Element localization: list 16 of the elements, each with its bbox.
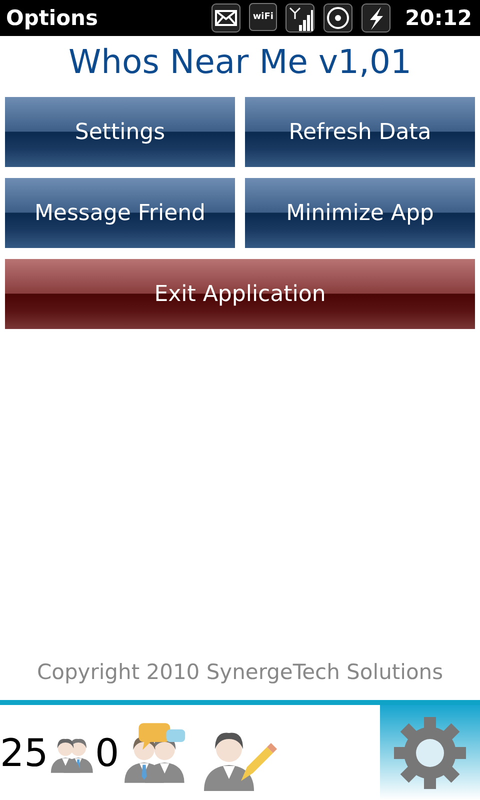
screen-title: Options: [6, 6, 99, 30]
mail-icon[interactable]: [211, 3, 242, 33]
clock: 20:12: [405, 6, 472, 30]
menu-button[interactable]: Settings: [5, 97, 235, 167]
gear-icon[interactable]: [392, 714, 468, 790]
exit-button[interactable]: Exit Application: [5, 259, 475, 329]
count-label: 25: [0, 730, 48, 774]
wifi-icon[interactable]: wiFi: [249, 3, 278, 31]
count-label: 0: [95, 730, 120, 774]
menu-button[interactable]: Minimize App: [245, 178, 475, 248]
signal-icon[interactable]: [285, 3, 316, 33]
app-title: Whos Near Me v1,01: [68, 42, 412, 81]
copyright-text: Copyright 2010 SynergeTech Solutions: [36, 660, 444, 684]
menu-button[interactable]: Message Friend: [5, 178, 235, 248]
lightning-icon[interactable]: [361, 3, 392, 33]
menu-button[interactable]: Refresh Data: [245, 97, 475, 167]
